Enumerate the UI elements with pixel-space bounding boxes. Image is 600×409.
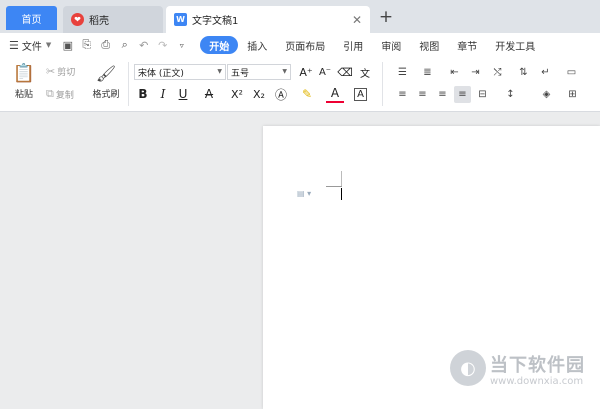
line-spacing-icon[interactable]: ↕ [502, 86, 519, 103]
paste-label: 粘贴 [14, 90, 33, 100]
bullet-list-icon[interactable]: ☰ [394, 64, 411, 81]
copy-icon: ⧉ [46, 87, 54, 100]
tab-docer-label: 稻壳 [89, 16, 109, 27]
tab-bar: 首页 ❤ 稻壳 W 文字文稿1 ✕ + [0, 0, 600, 33]
chevron-down-icon: ▼ [45, 41, 52, 49]
font-size-value: 五号 [231, 68, 250, 79]
paragraph-layout-icon[interactable]: ▤ ▾ [297, 189, 311, 198]
italic-icon[interactable]: I [154, 85, 172, 103]
grow-font-icon[interactable]: A⁺ [297, 63, 315, 81]
distributed-icon[interactable]: ⊟ [474, 86, 491, 103]
ribbon-tabs: 开始 插入 页面布局 引用 审阅 视图 章节 开发工具 [200, 36, 544, 54]
margin-marker [341, 171, 342, 187]
show-marks-icon[interactable]: ↵ [537, 64, 554, 81]
tab-document[interactable]: W 文字文稿1 ✕ [166, 6, 370, 33]
chevron-down-icon: ▼ [282, 68, 287, 75]
shading-icon[interactable]: ◈ [538, 86, 555, 103]
font-size-select[interactable]: 五号 ▼ [227, 64, 291, 80]
print-icon[interactable]: ⎙ [97, 37, 114, 53]
align-left-icon[interactable]: ≡ [394, 86, 411, 103]
pinyin-guide-icon[interactable]: 文 [356, 63, 374, 81]
text-cursor [341, 188, 342, 200]
group-divider [382, 62, 383, 106]
tab-review[interactable]: 审阅 [372, 36, 410, 54]
docer-icon: ❤ [71, 13, 84, 26]
format-painter-label: 格式刷 [92, 90, 120, 100]
format-painter-button[interactable]: 🖌 格式刷 [90, 62, 122, 101]
ribbon-start: 📋 粘贴 ✂ 剪切 ⧉ 复制 🖌 格式刷 宋体 (正文) ▼ 五号 ▼ A⁺ A… [0, 57, 600, 112]
align-center-icon[interactable]: ≡ [414, 86, 431, 103]
wps-writer-icon: W [174, 13, 187, 26]
ruler-icon[interactable]: ▭ [563, 64, 580, 81]
tab-start[interactable]: 开始 [200, 36, 239, 54]
highlight-icon[interactable]: ✎ [298, 85, 316, 103]
justify-icon[interactable]: ≡ [454, 86, 471, 103]
undo-icon[interactable]: ↶ [135, 37, 152, 53]
sort-icon[interactable]: ⇅ [515, 64, 532, 81]
tab-view[interactable]: 视图 [410, 36, 448, 54]
export-pdf-icon[interactable]: ⎘ [78, 37, 95, 53]
tab-page-layout[interactable]: 页面布局 [276, 36, 334, 54]
customize-icon[interactable]: ▿ [173, 37, 190, 53]
subscript-icon[interactable]: X₂ [250, 85, 268, 103]
new-tab-button[interactable]: + [376, 6, 396, 28]
shrink-font-icon[interactable]: A⁻ [316, 63, 334, 81]
copy-button[interactable]: ⧉ 复制 [46, 87, 74, 101]
clear-format-icon[interactable]: ⌫ [336, 63, 354, 81]
scissors-icon: ✂ [46, 65, 56, 78]
paste-icon: 📋 [12, 62, 36, 84]
font-name-select[interactable]: 宋体 (正文) ▼ [134, 64, 226, 80]
print-preview-icon[interactable]: ⌕ [116, 37, 133, 53]
align-right-icon[interactable]: ≡ [434, 86, 451, 103]
tab-docer[interactable]: ❤ 稻壳 [63, 6, 163, 33]
menu-bar: ☰ 文件 ▼ ▣ ⎘ ⎙ ⌕ ↶ ↷ ▿ 开始 插入 页面布局 引用 审阅 视图… [0, 33, 600, 57]
strikethrough-icon[interactable]: A [200, 85, 218, 103]
tab-home[interactable]: 首页 [6, 6, 57, 30]
file-menu[interactable]: ☰ 文件 ▼ [9, 38, 51, 53]
font-color-icon[interactable]: A [326, 85, 344, 103]
paint-brush-icon: 🖌 [95, 63, 117, 83]
watermark-logo: ◐ [450, 350, 486, 386]
margin-marker [326, 186, 342, 187]
superscript-icon[interactable]: X² [228, 85, 246, 103]
hamburger-icon: ☰ [9, 38, 19, 52]
font-name-value: 宋体 (正文) [138, 68, 184, 79]
tab-document-label: 文字文稿1 [192, 16, 239, 27]
watermark-name: 当下软件园 [490, 355, 585, 376]
cut-button[interactable]: ✂ 剪切 [46, 65, 75, 78]
tab-insert[interactable]: 插入 [238, 36, 276, 54]
save-icon[interactable]: ▣ [59, 37, 76, 53]
redo-icon[interactable]: ↷ [154, 37, 171, 53]
text-effect-icon[interactable]: Ⓐ [272, 85, 290, 103]
underline-icon[interactable]: U [174, 85, 192, 103]
cut-label: 剪切 [57, 68, 76, 78]
chinese-layout-icon[interactable]: ⤭ [489, 64, 506, 81]
copy-label: 复制 [55, 90, 74, 101]
tab-references[interactable]: 引用 [334, 36, 372, 54]
group-divider [128, 62, 129, 106]
watermark-url: www.downxia.com [490, 376, 584, 387]
decrease-indent-icon[interactable]: ⇤ [446, 64, 463, 81]
paste-button[interactable]: 📋 粘贴 [10, 62, 38, 101]
quick-access-toolbar: ▣ ⎘ ⎙ ⌕ ↶ ↷ ▿ [59, 37, 192, 53]
tab-developer[interactable]: 开发工具 [486, 36, 544, 54]
tab-sections[interactable]: 章节 [448, 36, 486, 54]
char-border-icon[interactable]: A [354, 88, 367, 101]
chevron-down-icon: ▼ [217, 68, 222, 75]
file-menu-label: 文件 [21, 41, 42, 53]
tab-home-label: 首页 [21, 14, 42, 26]
bold-icon[interactable]: B [134, 85, 152, 103]
numbered-list-icon[interactable]: ≣ [419, 64, 436, 81]
increase-indent-icon[interactable]: ⇥ [467, 64, 484, 81]
borders-icon[interactable]: ⊞ [564, 86, 581, 103]
close-tab-icon[interactable]: ✕ [352, 13, 362, 27]
